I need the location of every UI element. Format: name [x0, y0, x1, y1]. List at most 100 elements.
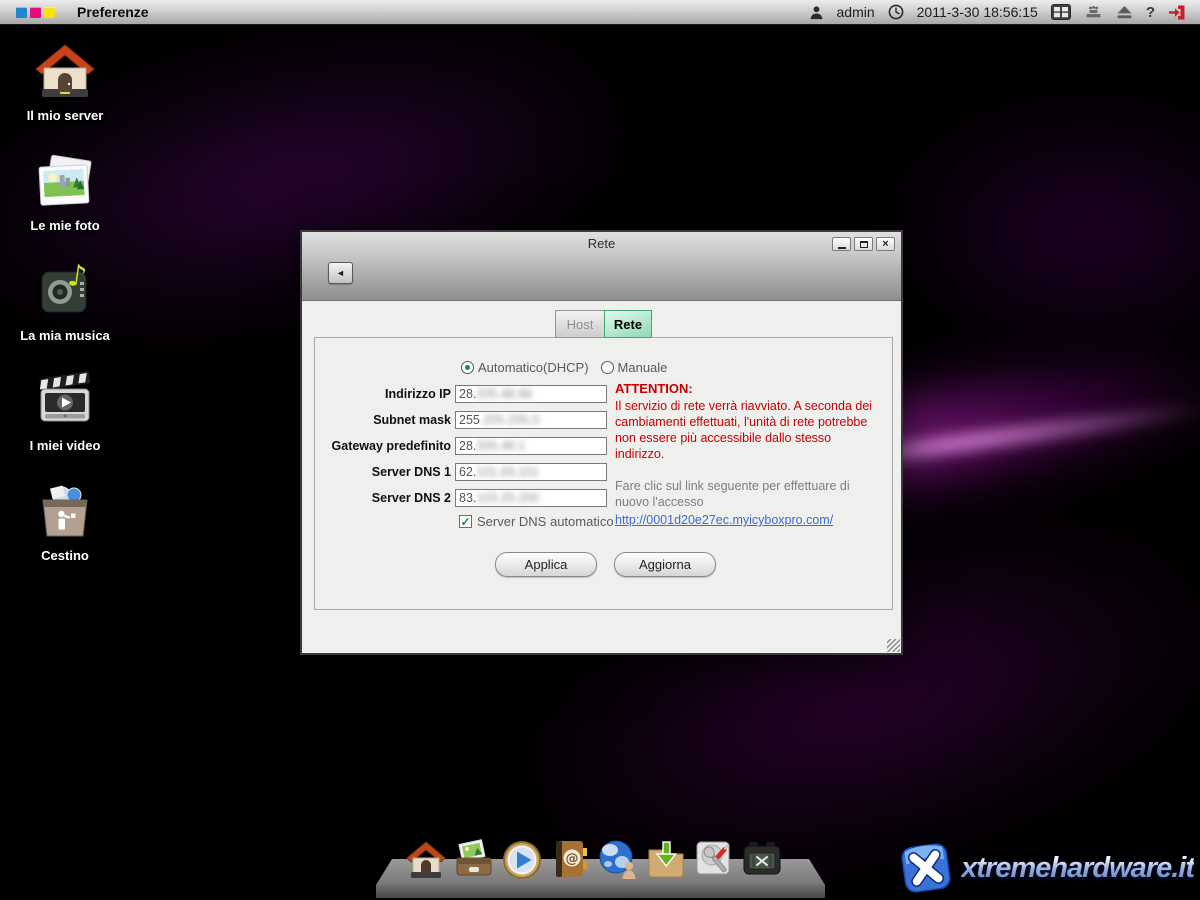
dock-item-photos[interactable] [452, 837, 496, 883]
desktop-icon-label: Cestino [17, 548, 113, 563]
dns-auto-checkbox[interactable]: ✓ [459, 515, 472, 528]
toolbox-icon [740, 837, 784, 883]
home-icon [404, 837, 448, 883]
minimize-button[interactable] [832, 237, 851, 251]
field-label-dns2: Server DNS 2 [315, 491, 451, 505]
field-label-gateway: Gateway predefinito [315, 439, 451, 453]
network-dialog: Rete × ◄ Host Rete Automatico(DHCP) Manu… [300, 230, 903, 655]
dialog-title: Rete [302, 236, 901, 251]
trash-icon [33, 480, 97, 542]
logo-square-yellow [44, 7, 55, 18]
photo-box-icon [452, 837, 496, 883]
help-icon[interactable]: ? [1146, 4, 1155, 21]
dialog-titlebar[interactable]: Rete × ◄ [302, 232, 901, 301]
back-button[interactable]: ◄ [328, 262, 353, 284]
menu-bar: Preferenze admin 2011-3-30 18:56:15 ? [0, 0, 1200, 25]
value-redacted: 103.25.200 [476, 491, 539, 505]
apply-button[interactable]: Applica [495, 552, 597, 577]
value-redacted: 205.48.96 [476, 387, 532, 401]
clock-icon [888, 4, 904, 20]
dns1-input[interactable]: 62.101.93.101 [455, 463, 607, 481]
play-icon [500, 837, 544, 883]
dns-auto-checkbox-label: Server DNS automatico [477, 514, 614, 529]
dock-item-toolbox[interactable] [740, 837, 784, 883]
menu-title: Preferenze [77, 4, 149, 20]
maximize-icon [860, 241, 868, 248]
logo-square-blue [16, 7, 27, 18]
background-glow [880, 120, 1200, 340]
restart-notice: ATTENTION: Il servizio di rete verrà ria… [615, 381, 881, 529]
dock-item-network[interactable] [596, 837, 640, 883]
dock-platform-front [376, 885, 825, 898]
desktop-icon-music[interactable]: ♪ La mia musica [17, 260, 113, 343]
maximize-button[interactable] [854, 237, 873, 251]
watermark: xtremehardware.it [899, 840, 1194, 896]
dock-item-media-player[interactable] [500, 837, 544, 883]
reaccess-link[interactable]: http://0001d20e27ec.myicyboxpro.com/ [615, 513, 833, 527]
dock-item-disk-utility[interactable] [692, 837, 736, 883]
svg-text:@: @ [566, 852, 579, 867]
value-visible: 83. [459, 491, 476, 505]
desktop-icon-label: I miei video [17, 438, 113, 453]
notice-hint: Fare clic sul link seguente per effettua… [615, 478, 881, 510]
desktop-icon-label: Le mie foto [17, 218, 113, 233]
field-label-ip: Indirizzo IP [315, 387, 451, 401]
radio-selected-dot [465, 365, 470, 370]
desktop: Preferenze admin 2011-3-30 18:56:15 ? Il… [0, 0, 1200, 900]
dock-item-address-book[interactable]: @ [548, 837, 592, 883]
ip-address-input[interactable]: 28.205.48.96 [455, 385, 607, 403]
logo-square-magenta [30, 7, 41, 18]
field-label-subnet: Subnet mask [315, 413, 451, 427]
radio-manual-control[interactable] [601, 361, 614, 374]
gateway-input[interactable]: 28.205.48.1 [455, 437, 607, 455]
tab-bar: Host Rete [555, 310, 652, 338]
value-visible: 62. [459, 465, 476, 479]
dock-item-home[interactable] [404, 837, 448, 883]
value-redacted: 101.93.101 [476, 465, 539, 479]
tab-rete[interactable]: Rete [604, 310, 652, 338]
desktop-icon-photos[interactable]: Le mie foto [17, 150, 113, 233]
window-switcher-icon[interactable] [1051, 4, 1071, 20]
field-label-dns1: Server DNS 1 [315, 465, 451, 479]
dns-auto-checkbox-row[interactable]: ✓ Server DNS automatico [459, 514, 614, 529]
desktop-icon-videos[interactable]: I miei video [17, 370, 113, 453]
music-icon: ♪ [33, 260, 97, 322]
eject-icon[interactable] [1116, 5, 1133, 19]
notice-body: Il servizio di rete verrà riavviato. A s… [615, 398, 881, 462]
username-label: admin [837, 4, 875, 20]
video-icon [33, 370, 97, 432]
address-book-icon: @ [548, 837, 592, 883]
dns2-input[interactable]: 83.103.25.200 [455, 489, 607, 507]
house-icon [33, 40, 97, 102]
radio-manual-label: Manuale [618, 360, 668, 375]
resize-handle[interactable] [887, 639, 900, 652]
dock-item-downloads[interactable] [644, 837, 688, 883]
value-visible: 255 [459, 413, 480, 427]
refresh-button[interactable]: Aggiorna [614, 552, 716, 577]
minimize-icon [838, 247, 846, 249]
desktop-icon-label: La mia musica [17, 328, 113, 343]
close-button[interactable]: × [876, 237, 895, 251]
watermark-text: xtremehardware.it [961, 852, 1194, 885]
value-redacted: 205.48.1 [476, 439, 525, 453]
ip-mode-radios: Automatico(DHCP) Manuale [461, 360, 667, 375]
value-visible: 28. [459, 387, 476, 401]
tab-host[interactable]: Host [555, 310, 605, 338]
disk-tools-icon [692, 837, 736, 883]
value-visible: 28. [459, 439, 476, 453]
notice-title: ATTENTION: [615, 381, 881, 396]
desktop-icon-server[interactable]: Il mio server [17, 40, 113, 123]
desktop-icon-label: Il mio server [17, 108, 113, 123]
radio-dhcp-control[interactable] [461, 361, 474, 374]
radio-dhcp[interactable]: Automatico(DHCP) [461, 360, 589, 375]
download-folder-icon [644, 837, 688, 883]
subnet-mask-input[interactable]: 255.255.255.0 [455, 411, 607, 429]
xtremehardware-logo-icon [899, 840, 953, 896]
radio-manual[interactable]: Manuale [601, 360, 668, 375]
user-icon [809, 5, 824, 20]
desktop-icon-trash[interactable]: Cestino [17, 480, 113, 563]
logout-icon[interactable] [1168, 4, 1186, 21]
group-icon[interactable] [1084, 5, 1103, 19]
network-settings-panel: Automatico(DHCP) Manuale Indirizzo IP 28… [314, 337, 893, 610]
radio-dhcp-label: Automatico(DHCP) [478, 360, 589, 375]
